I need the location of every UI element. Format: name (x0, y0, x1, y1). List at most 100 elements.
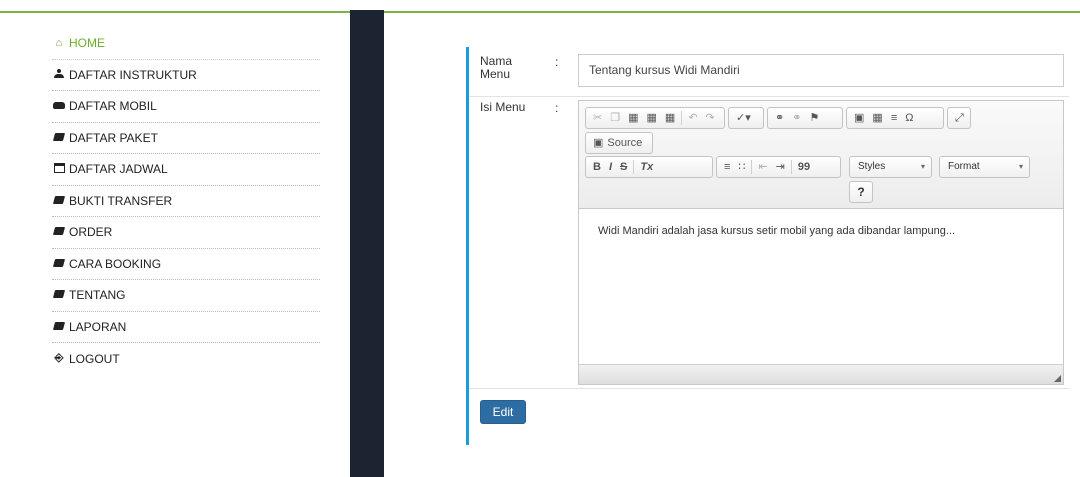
link-icon[interactable]: ⚭ (771, 108, 788, 128)
sidebar-item-label: DAFTAR INSTRUKTUR (69, 67, 197, 82)
help-button[interactable]: ? (853, 182, 868, 202)
book-icon (52, 195, 66, 207)
format-dropdown[interactable]: Format ▾ (939, 156, 1030, 178)
colon: : (555, 55, 559, 69)
image-icon[interactable]: ▣ (850, 108, 868, 128)
sidebar-item-label: TENTANG (69, 288, 126, 303)
help-group: ? (849, 181, 873, 203)
sidebar-item-home[interactable]: ⌂ HOME (52, 28, 320, 60)
separator (681, 111, 683, 125)
sidebar-item-label: HOME (69, 36, 105, 51)
bold-button[interactable]: B (589, 157, 605, 177)
insert-group: ▣ ▦ ≡ Ω (846, 107, 944, 129)
form-row-nama-menu: Nama Menu : Tentang kursus Widi Mandiri (469, 47, 1069, 97)
sidebar-item-label: DAFTAR MOBIL (69, 99, 157, 114)
undo-icon[interactable]: ↶ (684, 108, 701, 128)
format-dropdown-label: Format (948, 161, 980, 172)
horizontal-line-icon[interactable]: ≡ (887, 108, 901, 128)
separator (790, 160, 792, 174)
isi-menu-label: Isi Menu (480, 100, 526, 114)
blockquote-button[interactable]: 99 (794, 157, 814, 177)
edit-menu-panel: Nama Menu : Tentang kursus Widi Mandiri … (466, 47, 1069, 445)
sidebar-item-daftar-mobil[interactable]: DAFTAR MOBIL (52, 91, 320, 123)
numbered-list-icon[interactable]: ≡ (720, 157, 734, 177)
book-icon (52, 289, 66, 301)
unlink-icon[interactable]: ⚭ (788, 108, 805, 128)
form-row-isi-menu: Isi Menu : ✂ ❐ ▦ ▦ ▦ ↶ ↷ ✓▾ ⚭ ⚭ ⚑ ▣ ▦ ≡ … (469, 97, 1069, 389)
table-icon[interactable]: ▦ (868, 108, 886, 128)
colon: : (555, 101, 559, 115)
maximize-icon[interactable]: ⤢ (951, 108, 968, 128)
chevron-down-icon: ▾ (1018, 162, 1023, 171)
sidebar-item-cara-booking[interactable]: CARA BOOKING (52, 249, 320, 280)
sidebar-item-label: LAPORAN (69, 319, 127, 334)
redo-icon[interactable]: ↷ (702, 108, 719, 128)
separator (751, 160, 753, 174)
edit-button[interactable]: Edit (480, 400, 526, 424)
sidebar-item-label: LOGOUT (69, 351, 120, 366)
link-group: ⚭ ⚭ ⚑ (767, 107, 843, 129)
sidebar-item-label: CARA BOOKING (69, 256, 162, 271)
editor-status-bar (579, 364, 1063, 384)
paragraph-group: ≡ ∷ ⇤ ⇥ 99 (716, 156, 841, 178)
key-icon: ⎆ (54, 352, 64, 365)
editor-content-text: Widi Mandiri adalah jasa kursus setir mo… (598, 225, 956, 237)
book-icon (52, 226, 66, 238)
car-icon (52, 100, 66, 112)
nama-label-line2: Menu (480, 67, 511, 81)
outdent-icon[interactable]: ⇤ (754, 157, 771, 177)
sidebar-item-daftar-instruktur[interactable]: DAFTAR INSTRUKTUR (52, 60, 320, 91)
sidebar-item-label: DAFTAR JADWAL (69, 162, 168, 177)
spellcheck-icon[interactable]: ✓▾ (732, 108, 755, 128)
top-accent-line (0, 11, 1080, 13)
source-button[interactable]: Source (607, 133, 646, 153)
rich-text-editor: ✂ ❐ ▦ ▦ ▦ ↶ ↷ ✓▾ ⚭ ⚭ ⚑ ▣ ▦ ≡ Ω ⤢ ▣ Sourc… (578, 100, 1064, 385)
anchor-flag-icon[interactable]: ⚑ (805, 108, 823, 128)
sidebar-item-daftar-jadwal[interactable]: DAFTAR JADWAL (52, 154, 320, 186)
remove-format-button[interactable]: Tx (636, 157, 657, 177)
nama-menu-input[interactable]: Tentang kursus Widi Mandiri (578, 54, 1064, 87)
editor-toolbar: ✂ ❐ ▦ ▦ ▦ ↶ ↷ ✓▾ ⚭ ⚭ ⚑ ▣ ▦ ≡ Ω ⤢ ▣ Sourc… (579, 101, 1063, 209)
nama-menu-label: Nama Menu (480, 55, 512, 81)
copy-icon[interactable]: ❐ (606, 108, 624, 128)
editor-content-area[interactable]: Widi Mandiri adalah jasa kursus setir mo… (579, 209, 1063, 365)
dark-divider-column (350, 10, 384, 477)
paste-text-icon[interactable]: ▦ (643, 108, 661, 128)
book-icon (52, 258, 66, 270)
indent-icon[interactable]: ⇥ (772, 157, 789, 177)
styles-dropdown[interactable]: Styles ▾ (849, 156, 932, 178)
sidebar-item-order[interactable]: ORDER (52, 217, 320, 249)
chevron-down-icon: ▾ (920, 162, 925, 171)
sidebar-item-tentang[interactable]: TENTANG (52, 280, 320, 312)
nama-label-line1: Nama (480, 54, 513, 68)
sidebar-item-laporan[interactable]: LAPORAN (52, 312, 320, 343)
sidebar-menu: ⌂ HOME DAFTAR INSTRUKTUR DAFTAR MOBIL DA… (52, 28, 320, 375)
strike-button[interactable]: S (616, 157, 631, 177)
clipboard-group: ✂ ❐ ▦ ▦ ▦ ↶ ↷ (585, 107, 725, 129)
sidebar-item-daftar-paket[interactable]: DAFTAR PAKET (52, 123, 320, 154)
calendar-icon (52, 162, 66, 176)
special-char-icon[interactable]: Ω (901, 108, 917, 128)
book-icon (52, 321, 66, 333)
maximize-group: ⤢ (947, 107, 971, 129)
sidebar-item-bukti-transfer[interactable]: BUKTI TRANSFER (52, 186, 320, 217)
source-icon: ▣ (593, 137, 604, 149)
styles-dropdown-label: Styles (858, 161, 886, 172)
bulleted-list-icon[interactable]: ∷ (734, 157, 749, 177)
basic-style-group: B I S Tx (585, 156, 713, 178)
book-icon (52, 132, 66, 144)
sidebar-item-label: DAFTAR PAKET (69, 130, 158, 145)
sidebar-item-label: ORDER (69, 225, 113, 240)
source-group: ▣ Source (585, 132, 653, 154)
separator (633, 160, 635, 174)
cut-icon[interactable]: ✂ (589, 108, 606, 128)
sidebar-item-label: BUKTI TRANSFER (69, 193, 173, 208)
resize-handle-icon[interactable] (1054, 375, 1061, 382)
home-icon: ⌂ (55, 37, 63, 50)
spellcheck-group: ✓▾ (728, 107, 764, 129)
paste-icon[interactable]: ▦ (624, 108, 642, 128)
sidebar-item-logout[interactable]: ⎆ LOGOUT (52, 343, 320, 375)
italic-button[interactable]: I (605, 157, 616, 177)
paste-word-icon[interactable]: ▦ (661, 108, 679, 128)
user-icon (52, 68, 66, 81)
